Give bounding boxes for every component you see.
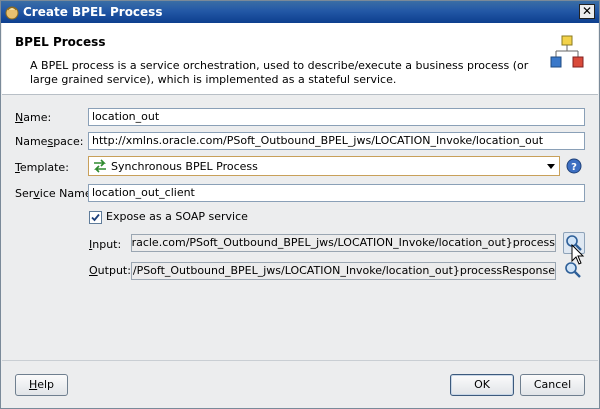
help-icon[interactable]: ?: [566, 158, 582, 174]
dialog-header: BPEL Process A BPEL process is a service…: [2, 23, 598, 95]
footer-divider: [2, 360, 598, 361]
expose-soap-label[interactable]: Expose as a SOAP service: [106, 210, 248, 223]
input-label: Input:: [89, 238, 122, 251]
namespace-input[interactable]: http://xmlns.oracle.com/PSoft_Outbound_B…: [88, 132, 585, 150]
expose-soap-checkbox[interactable]: [89, 211, 102, 224]
header-title: BPEL Process: [15, 35, 106, 49]
ok-button[interactable]: OK: [450, 374, 514, 396]
window-title: Create BPEL Process: [23, 5, 163, 19]
output-message-field[interactable]: {http://xmlns.oracle.com/PSoft_Outbound_…: [131, 262, 556, 280]
header-description: A BPEL process is a service orchestratio…: [30, 59, 529, 86]
chevron-down-icon: [547, 164, 555, 169]
output-label: Output:: [89, 264, 131, 277]
name-label: Name:: [15, 111, 52, 124]
template-select[interactable]: Synchronous BPEL Process: [88, 156, 560, 176]
service-name-input[interactable]: location_out_client: [88, 184, 585, 202]
checkmark-icon: [91, 213, 100, 222]
title-bar[interactable]: Create BPEL Process ✕: [1, 1, 599, 23]
help-button[interactable]: Help: [15, 374, 68, 396]
close-button[interactable]: ✕: [579, 4, 595, 19]
cancel-button[interactable]: Cancel: [520, 374, 585, 396]
bpel-diagram-icon: [550, 35, 584, 68]
namespace-label: Namespace:: [15, 135, 84, 148]
name-input[interactable]: location_out: [88, 108, 585, 126]
search-icon: [565, 262, 581, 278]
template-label: Template:: [15, 161, 69, 174]
svg-text:?: ?: [571, 162, 577, 173]
close-icon: ✕: [581, 4, 593, 18]
output-browse-button[interactable]: [563, 260, 585, 282]
template-selected-value: Synchronous BPEL Process: [111, 160, 258, 173]
create-bpel-process-dialog: Create BPEL Process ✕ BPEL Process A BPE…: [0, 0, 600, 409]
input-message-field[interactable]: {http://xmlns.oracle.com/PSoft_Outbound_…: [131, 234, 556, 252]
sync-arrows-icon: [94, 159, 106, 173]
app-icon: [5, 6, 19, 20]
service-name-label: Service Name:: [15, 187, 96, 200]
